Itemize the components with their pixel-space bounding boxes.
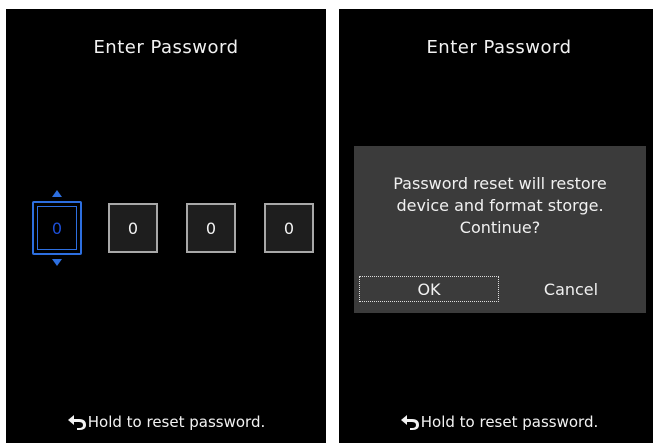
page-title: Enter Password: [93, 37, 239, 58]
reset-hint: Hold to reset password.: [339, 413, 653, 431]
password-entry-screen: Enter Password 0 0 0 0 Hold to reset pas…: [6, 9, 326, 443]
focus-ring: [37, 206, 77, 250]
reset-hint: Hold to reset password.: [6, 413, 326, 431]
reset-confirm-screen: Enter Password Password reset will resto…: [339, 9, 653, 443]
back-arrow-icon: [67, 414, 87, 430]
ok-button[interactable]: OK: [359, 276, 499, 302]
page-title: Enter Password: [426, 37, 572, 58]
reset-hint-text: Hold to reset password.: [420, 413, 599, 431]
pin-digit-1[interactable]: 0: [32, 190, 82, 266]
arrow-up-icon[interactable]: [52, 190, 62, 197]
cancel-button[interactable]: Cancel: [501, 276, 641, 302]
pin-digit-3[interactable]: 0: [186, 203, 236, 253]
dialog-message-line: Password reset will restore: [393, 174, 607, 193]
pin-digit-value: 0: [283, 218, 295, 238]
pin-digit-value: 0: [205, 218, 217, 238]
dialog-message: Password reset will restore device and f…: [354, 173, 646, 239]
reset-confirm-dialog: Password reset will restore device and f…: [354, 146, 646, 313]
dialog-message-line: Continue?: [459, 218, 541, 237]
arrow-down-icon[interactable]: [52, 259, 62, 266]
back-arrow-icon: [400, 414, 420, 430]
pin-digit-group: 0 0 0 0: [32, 190, 322, 266]
pin-digit-value: 0: [127, 218, 139, 238]
pin-digit-4[interactable]: 0: [264, 203, 314, 253]
pin-digit-2[interactable]: 0: [108, 203, 158, 253]
dialog-message-line: device and format storge.: [396, 196, 604, 215]
reset-hint-text: Hold to reset password.: [87, 413, 266, 431]
